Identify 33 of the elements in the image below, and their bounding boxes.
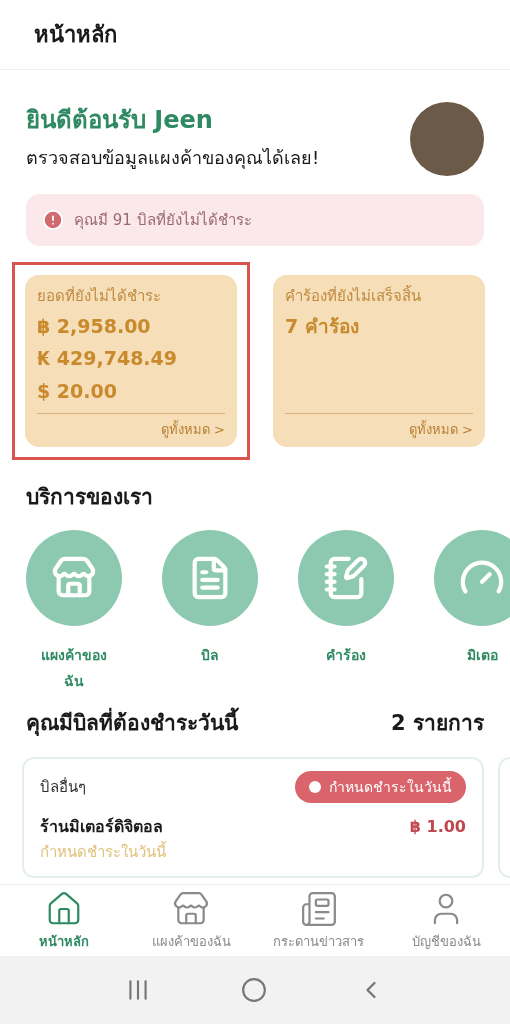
alert-text: คุณมี 91 บิลที่ยังไม่ได้ชำระ xyxy=(74,209,252,232)
nav-tab[interactable]: หน้าหลัก xyxy=(0,885,128,956)
newspaper-icon xyxy=(299,889,338,928)
notepad-pen-icon xyxy=(323,554,369,601)
bills-count: 2 รายการ xyxy=(391,709,484,737)
welcome-heading: ยินดีต้อนรับ Jeen xyxy=(26,105,214,136)
bill-card[interactable]: บิลอื่นๆ กำหนดชำระในวันนี้ ร้านมิเตอร์ดิจิตอล ฿ 1.00 กำหนดชำระในวันนี้ xyxy=(22,757,484,878)
card-title: คำร้องที่ยังไม่เสร็จสิ้น xyxy=(285,285,422,307)
service-button[interactable]: มิเตอ xyxy=(434,529,510,694)
bills-heading: คุณมีบิลที่ต้องชำระวันนี้ xyxy=(26,707,238,739)
home-button-icon[interactable] xyxy=(241,977,267,1003)
bill-due-date: กำหนดชำระในวันนี้ xyxy=(40,841,168,863)
bill-name: ร้านมิเตอร์ดิจิตอล xyxy=(40,816,163,838)
alert-icon xyxy=(42,209,64,231)
bill-category: บิลอื่นๆ xyxy=(40,776,86,798)
view-all-link[interactable]: ดูทั้งหมด > xyxy=(160,419,225,439)
nav-tab[interactable]: แผงค้าของฉัน xyxy=(127,885,255,956)
services-heading: บริการของเรา xyxy=(26,484,154,511)
service-button[interactable]: บิล xyxy=(162,529,258,694)
service-button[interactable]: คำร้อง xyxy=(298,529,394,694)
card-value: $ 20.00 xyxy=(37,378,118,404)
status-badge: กำหนดชำระในวันนี้ xyxy=(295,771,466,803)
view-all-link[interactable]: ดูทั้งหมด > xyxy=(408,419,473,439)
card-value: ฿ 2,958.00 xyxy=(37,313,152,339)
welcome-subtitle: ตรวจสอบข้อมูลแผงค้าของคุณได้เลย! xyxy=(26,146,320,171)
card-value: 7 คำร้อง xyxy=(285,313,360,339)
card-value: ₭ 429,748.49 xyxy=(37,346,179,371)
service-button[interactable]: แผงค้าของฉัน xyxy=(26,529,122,694)
nav-tab[interactable]: กระดานข่าวสาร xyxy=(255,885,383,956)
nav-tab[interactable]: บัญชีของฉัน xyxy=(382,885,510,956)
bill-amount: ฿ 1.00 xyxy=(409,816,466,838)
page-title: หน้าหลัก xyxy=(34,21,117,49)
card-title: ยอดที่ยังไม่ได้ชำระ xyxy=(37,285,162,307)
